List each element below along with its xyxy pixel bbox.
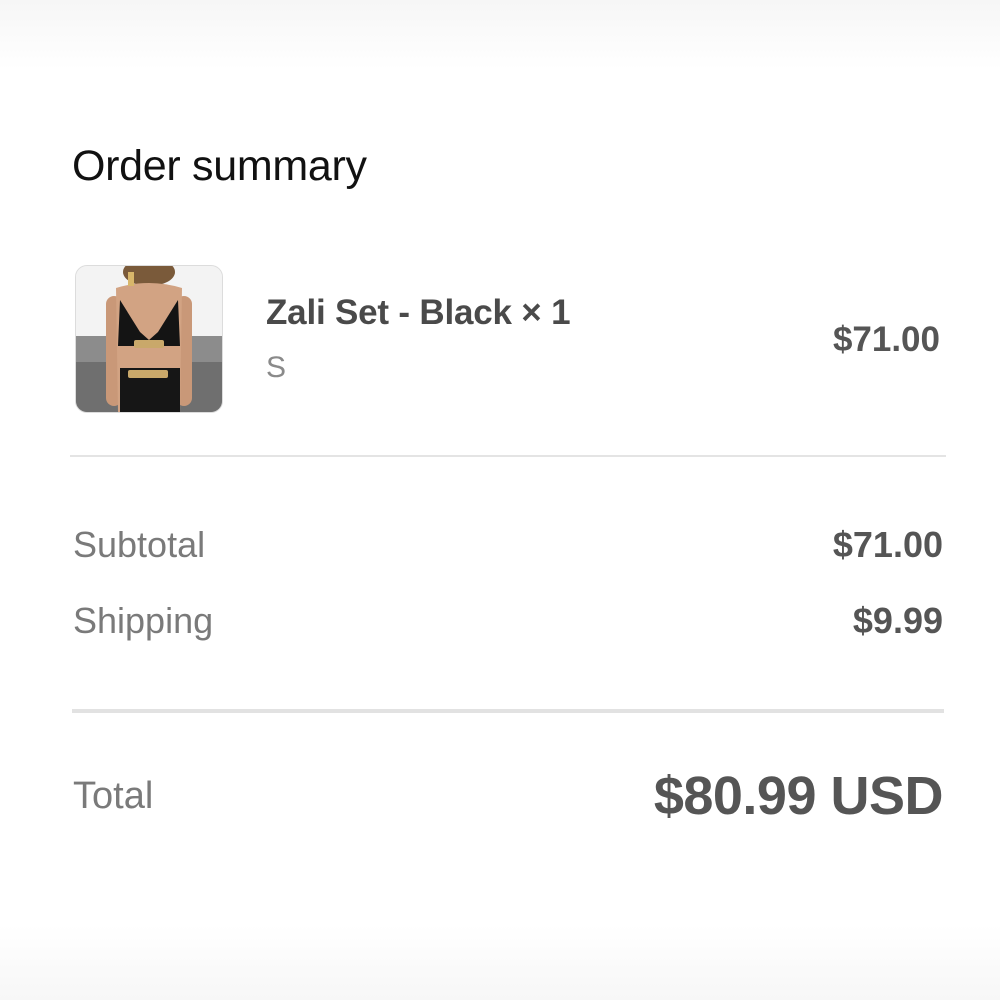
shipping-value: $9.99	[852, 600, 943, 641]
total-label: Total	[73, 775, 154, 817]
order-summary-page: Order summary Zali Set - Black × 1 S $71…	[0, 0, 1000, 1000]
shipping-label: Shipping	[73, 600, 214, 641]
product-thumbnail	[75, 265, 223, 413]
divider	[70, 455, 946, 457]
page-title: Order summary	[72, 142, 367, 190]
bottom-shadow	[0, 925, 1000, 1000]
item-name: Zali Set - Black × 1	[266, 293, 571, 332]
item-price: $71.00	[832, 320, 940, 359]
total-value: $80.99 USD	[653, 766, 944, 826]
top-shadow	[0, 0, 1000, 70]
subtotal-value: $71.00	[832, 524, 943, 565]
item-variant: S	[266, 351, 287, 384]
product-photo-image	[76, 266, 222, 412]
subtotal-label: Subtotal	[73, 524, 206, 565]
divider	[72, 709, 944, 713]
